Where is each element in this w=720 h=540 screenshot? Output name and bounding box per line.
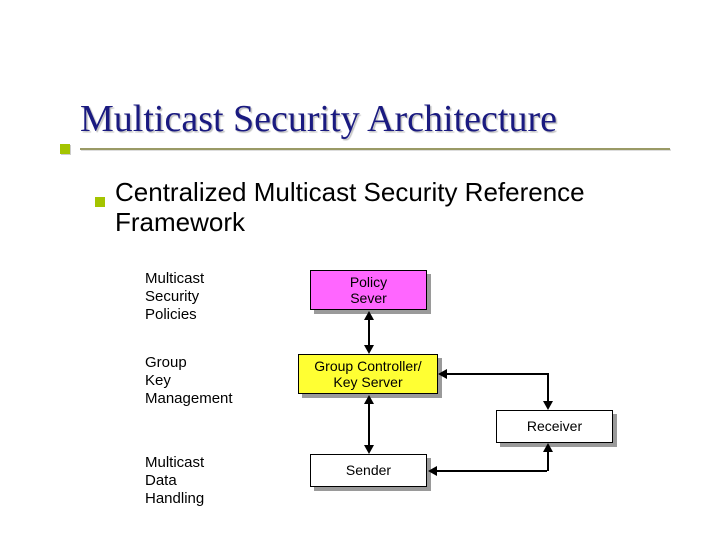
arrow-head-down-icon <box>364 345 374 354</box>
slide: Multicast Security Architecture Centrali… <box>0 0 720 540</box>
row-label-data: Multicast Data Handling <box>145 454 204 508</box>
arrow-head-left-icon <box>428 466 437 476</box>
box-policy-server: Policy Sever <box>310 270 427 310</box>
row-label-keymgmt: Group Key Management <box>145 354 233 408</box>
slide-title: Multicast Security Architecture <box>80 100 557 138</box>
title-wrap: Multicast Security Architecture <box>80 100 557 138</box>
title-accent-square <box>60 144 70 154</box>
arrow-head-left-icon <box>438 369 447 379</box>
row-label-policies: Multicast Security Policies <box>145 270 204 324</box>
arrow-horizontal <box>437 470 547 472</box>
arrow-vertical <box>368 403 370 446</box>
arrow-vertical <box>368 319 370 346</box>
subheading: Centralized Multicast Security Reference… <box>115 178 705 238</box>
arrow-head-down-icon <box>543 401 553 410</box>
arrow-horizontal <box>447 373 547 375</box>
box-group-controller: Group Controller/ Key Server <box>298 354 438 394</box>
bullet-icon <box>95 197 105 207</box>
title-underline <box>80 148 670 150</box>
arrow-vertical <box>547 373 549 402</box>
arrow-vertical <box>547 451 549 471</box>
box-sender: Sender <box>310 454 427 487</box>
arrow-head-down-icon <box>364 445 374 454</box>
arrow-head-up-icon <box>543 443 553 452</box>
box-receiver: Receiver <box>496 410 613 443</box>
